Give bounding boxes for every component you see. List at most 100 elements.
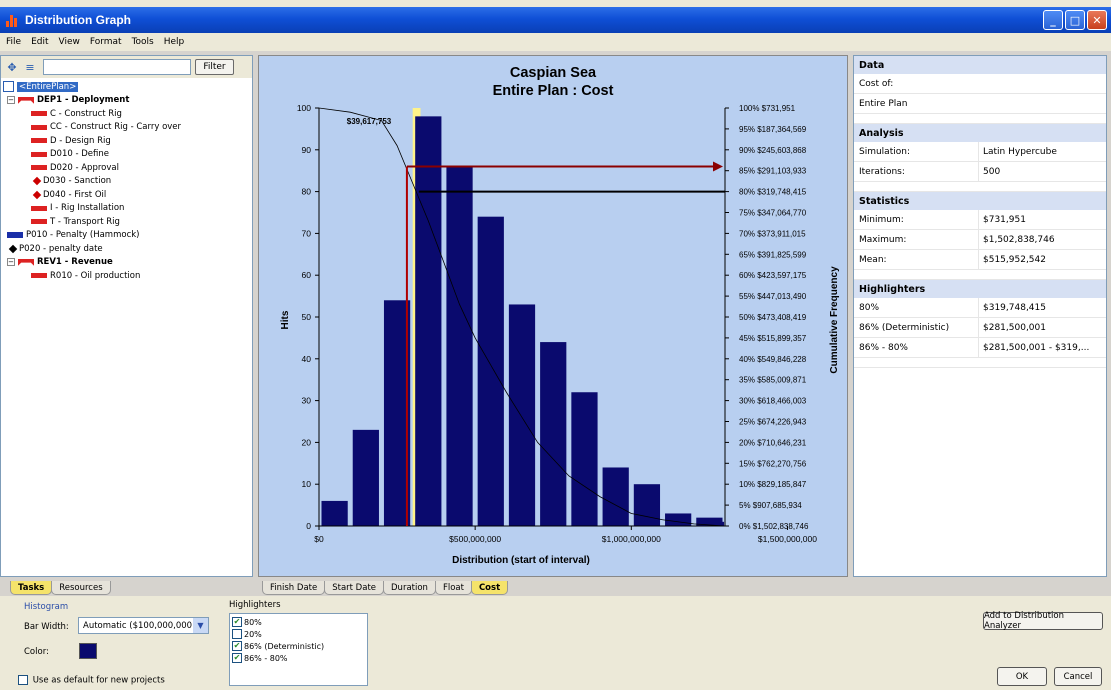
x-tick-label: $0: [314, 534, 324, 544]
menu-edit[interactable]: Edit: [27, 37, 54, 47]
filter-button[interactable]: Filter: [195, 59, 234, 75]
tree-item[interactable]: D020 - Approval: [3, 161, 251, 175]
y2-tick-label: 50% $473,408,419: [739, 313, 807, 322]
filter-input[interactable]: [43, 59, 191, 75]
y2-tick-label: 20% $710,646,231: [739, 438, 807, 447]
collapse-toggle-icon[interactable]: −: [7, 96, 15, 105]
property-row: Entire Plan: [854, 94, 1106, 114]
tree-item[interactable]: − DEP1 - Deployment: [3, 94, 251, 108]
expand-all-icon[interactable]: ✥: [5, 60, 19, 74]
tree-item[interactable]: D030 - Sanction: [3, 175, 251, 189]
tab-start-date[interactable]: Start Date: [324, 581, 385, 595]
highlighter-item[interactable]: 20%: [232, 628, 365, 640]
plan-icon-icon: [3, 81, 14, 93]
histogram-bar: [352, 429, 379, 526]
maximize-button[interactable]: □: [1065, 10, 1085, 30]
menu-file[interactable]: File: [2, 37, 27, 47]
property-text: Cost of:: [859, 78, 894, 89]
tree-item-label: P010 - Penalty (Hammock): [26, 230, 140, 241]
histogram-bar: [540, 342, 567, 526]
task-bar-red-icon: [31, 219, 47, 225]
task-tree-panel: ✥ ≡ Filter <EntirePlan> − DEP1 - Deploymen…: [0, 55, 253, 577]
tree-item[interactable]: C - Construct Rig: [3, 107, 251, 121]
property-value: Latin Hypercube: [983, 146, 1057, 157]
highlighter-item[interactable]: ✔ 80%: [232, 616, 365, 628]
tab-tasks[interactable]: Tasks: [10, 581, 53, 595]
tree-item[interactable]: CC - Construct Rig - Carry over: [3, 121, 251, 135]
collapse-toggle-icon[interactable]: −: [7, 258, 15, 267]
tree-item[interactable]: R010 - Oil production: [3, 269, 251, 283]
tree-item[interactable]: P020 - penalty date: [3, 242, 251, 256]
properties-panel: Data Cost of: Entire Plan Analysis Simulatio…: [853, 55, 1107, 577]
highlighter-label: 86% (Deterministic): [244, 641, 325, 651]
bar-width-select[interactable]: Automatic ($100,000,000 ▼: [78, 617, 209, 634]
default-checkbox[interactable]: [18, 675, 28, 685]
minimize-button[interactable]: _: [1043, 10, 1063, 30]
menu-tools[interactable]: Tools: [128, 37, 160, 47]
tree-item[interactable]: <EntirePlan>: [3, 80, 251, 94]
y2-tick-label: 70% $373,911,015: [739, 229, 806, 238]
property-row: Iterations: 500: [854, 162, 1106, 182]
default-checkbox-row[interactable]: Use as default for new projects: [18, 675, 165, 686]
y2-tick-label: 35% $585,009,871: [739, 376, 807, 385]
tree-item[interactable]: D010 - Define: [3, 148, 251, 162]
histogram-bar: [571, 392, 598, 526]
default-checkbox-label: Use as default for new projects: [32, 675, 165, 686]
y-axis-label: Hits: [280, 310, 291, 329]
highlighter-checkbox[interactable]: ✔: [232, 617, 242, 627]
close-button[interactable]: ✕: [1087, 10, 1107, 30]
color-swatch[interactable]: [79, 643, 97, 659]
highlighter-checkbox[interactable]: [232, 629, 242, 639]
y2-tick-label: 65% $391,825,599: [739, 250, 807, 259]
menu-help[interactable]: Help: [160, 37, 191, 47]
add-to-distribution-analyzer-button[interactable]: Add to Distribution Analyzer: [983, 611, 1103, 631]
tab-cost[interactable]: Cost: [470, 581, 509, 595]
highlighter-item[interactable]: ✔ 86% - 80%: [232, 652, 365, 664]
property-row: Cost of:: [854, 74, 1106, 94]
highlighter-item[interactable]: ✔ 86% (Deterministic): [232, 640, 365, 652]
collapse-all-icon[interactable]: ≡: [23, 60, 37, 74]
highlighter-label: 80%: [244, 617, 262, 627]
tab-float[interactable]: Float: [434, 581, 472, 595]
deterministic-value-label: $39,617,753: [347, 117, 392, 126]
y-tick-label: 10: [302, 479, 312, 489]
tab-resources[interactable]: Resources: [51, 581, 111, 595]
property-row: Simulation: Latin Hypercube: [854, 142, 1106, 162]
property-row: Mean: $515,952,542: [854, 250, 1106, 270]
histogram-bar: [321, 500, 348, 526]
property-key: Mean:: [854, 250, 979, 269]
chart-tabs: Finish Date Start Date Duration Float Co…: [262, 581, 509, 595]
tree-item-label: C - Construct Rig: [50, 108, 122, 119]
y2-tick-label: 100% $731,951: [739, 104, 796, 113]
tab-duration[interactable]: Duration: [383, 581, 436, 595]
section-header: Highlighters: [854, 280, 1106, 298]
y2-tick-label: 75% $347,064,770: [739, 209, 807, 218]
task-bar-red-icon: [31, 138, 47, 144]
color-label: Color:: [24, 647, 49, 657]
menu-format[interactable]: Format: [86, 37, 128, 47]
y-tick-label: 70: [302, 228, 312, 238]
tab-finish-date[interactable]: Finish Date: [262, 581, 326, 595]
chevron-down-icon[interactable]: ▼: [193, 618, 208, 633]
y2-tick-label: 15% $762,270,756: [739, 459, 807, 468]
tree-item-label: D030 - Sanction: [43, 176, 112, 187]
y-tick-label: 80: [302, 187, 312, 197]
ok-button[interactable]: OK: [997, 667, 1047, 686]
tree-item[interactable]: P010 - Penalty (Hammock): [3, 229, 251, 243]
x-axis-label: Distribution (start of interval): [452, 555, 590, 566]
y-tick-label: 30: [302, 396, 312, 406]
tree-item[interactable]: − REV1 - Revenue: [3, 256, 251, 270]
left-tabs: Tasks Resources: [10, 581, 111, 595]
section-header: Statistics: [854, 192, 1106, 210]
tree-item[interactable]: D040 - First Oil: [3, 188, 251, 202]
tree-item[interactable]: T - Transport Rig: [3, 215, 251, 229]
tree-item[interactable]: D - Design Rig: [3, 134, 251, 148]
highlighter-checkbox[interactable]: ✔: [232, 653, 242, 663]
property-row: Maximum: $1,502,838,746: [854, 230, 1106, 250]
y2-tick-label: 5% $907,685,934: [739, 501, 802, 510]
highlighter-checkbox[interactable]: ✔: [232, 641, 242, 651]
tree-item[interactable]: I - Rig Installation: [3, 202, 251, 216]
menu-view[interactable]: View: [55, 37, 86, 47]
window-titlebar[interactable]: Distribution Graph _ □ ✕: [0, 7, 1111, 33]
cancel-button[interactable]: Cancel: [1054, 667, 1102, 686]
